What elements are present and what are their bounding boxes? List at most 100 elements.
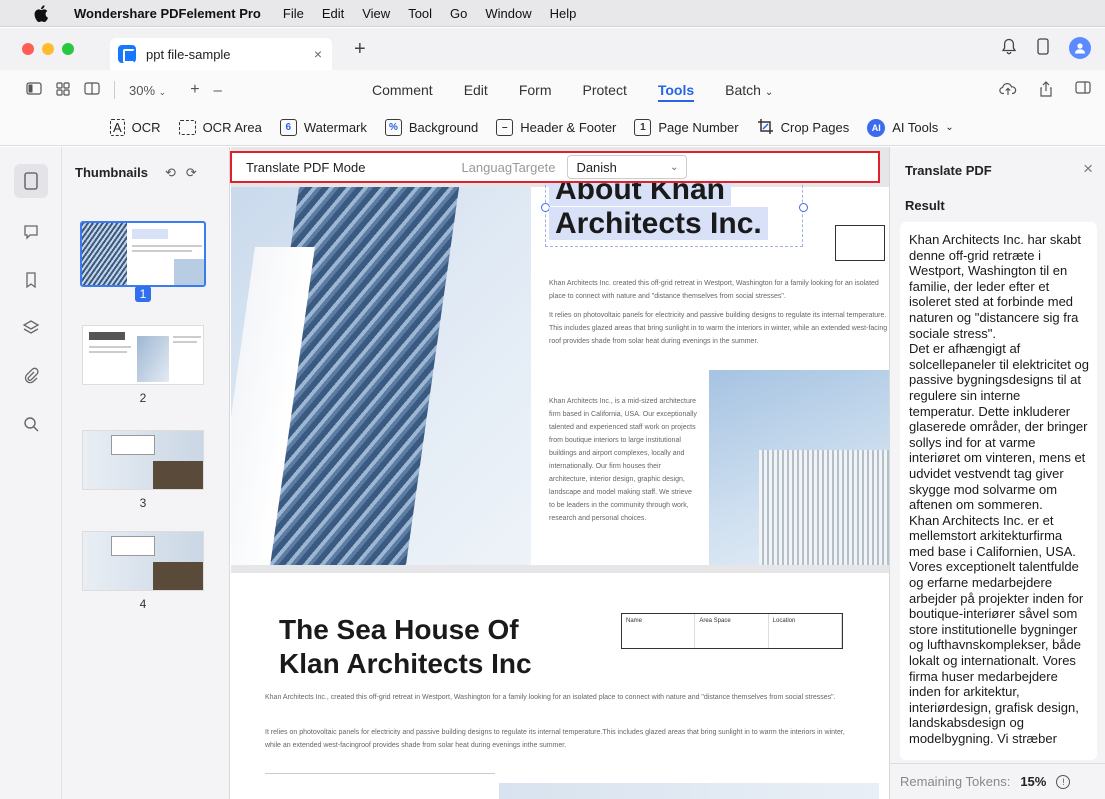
tools-subtoolbar: A OCR OCR Area 6 Watermark % Background … (0, 110, 1105, 146)
background-button[interactable]: % Background (384, 119, 478, 136)
crop-pages-label: Crop Pages (780, 120, 850, 135)
page2-paragraph-2[interactable]: It relies on photovoltaic panels for ele… (265, 726, 845, 752)
target-language-select[interactable]: Danish ⌄ (567, 155, 688, 179)
rotate-right-icon[interactable]: ⟳ (186, 165, 197, 181)
tabbar-right-icons (1001, 37, 1091, 59)
pdf-page-1: About Khan Architects Inc. Khan Architec… (231, 173, 889, 565)
tab-comment[interactable]: Comment (372, 82, 433, 102)
cloud-upload-icon[interactable] (999, 81, 1017, 100)
new-tab-button[interactable]: + (354, 38, 366, 61)
building-photo-3 (499, 783, 879, 799)
ai-tools-label: AI Tools (892, 120, 939, 135)
toolbar-divider (114, 81, 115, 99)
crop-icon (757, 118, 774, 138)
zoom-out-button[interactable]: – (214, 82, 222, 99)
page1-paragraph-2[interactable]: It relies on photovoltaic panels for ele… (549, 309, 889, 348)
ocr-button[interactable]: A OCR (110, 119, 161, 136)
page-layout-icon[interactable] (84, 82, 100, 98)
right-panel-toggle-icon[interactable] (1075, 81, 1091, 100)
result-paragraph-2: Det er afhængigt af solcellepaneler til … (909, 341, 1089, 513)
info-icon[interactable]: ! (1056, 774, 1071, 789)
translate-mode-label: Translate PDF Mode (246, 159, 366, 175)
menu-file[interactable]: File (283, 6, 304, 21)
close-window-button[interactable] (22, 43, 34, 55)
ocr-area-icon (178, 120, 196, 135)
layers-icon[interactable] (22, 319, 40, 337)
watermark-button[interactable]: 6 Watermark (279, 119, 367, 136)
share-icon[interactable] (1039, 81, 1053, 100)
result-paragraph-1: Khan Architects Inc. har skabt denne off… (909, 232, 1081, 341)
zoom-window-button[interactable] (62, 43, 74, 55)
tab-form[interactable]: Form (519, 82, 552, 102)
header-footer-button[interactable]: – Header & Footer (496, 119, 616, 136)
menu-window[interactable]: Window (485, 6, 531, 21)
menu-view[interactable]: View (362, 6, 390, 21)
thumbnail-page-1[interactable] (80, 221, 206, 287)
page1-paragraph-1[interactable]: Khan Architects Inc. created this off-gr… (549, 277, 889, 303)
tab-edit[interactable]: Edit (464, 82, 488, 102)
tokens-footer: Remaining Tokens: 15% ! (890, 763, 1105, 799)
sidebar-toggle-icon[interactable] (26, 82, 42, 98)
panel-close-icon[interactable]: × (1083, 159, 1093, 179)
document-view[interactable]: About Khan Architects Inc. Khan Architec… (231, 147, 889, 799)
ocr-icon: A (110, 119, 125, 136)
page2-heading-line-1: The Sea House Of (279, 614, 519, 645)
thumbnails-header: Thumbnails (75, 165, 148, 180)
heading-line-2: Architects Inc. (549, 207, 768, 240)
thumbnail-page-2[interactable] (82, 325, 204, 385)
menu-edit[interactable]: Edit (322, 6, 344, 21)
comment-icon[interactable] (22, 223, 40, 241)
page2-paragraph-1[interactable]: Khan Architects Inc., created this off-g… (265, 691, 845, 704)
user-avatar-icon[interactable] (1069, 37, 1091, 59)
page-number-label-4: 4 (139, 597, 147, 611)
phone-icon[interactable] (1037, 38, 1049, 58)
attachment-icon[interactable] (22, 367, 40, 385)
app-name-menu[interactable]: Wondershare PDFelement Pro (74, 6, 261, 21)
page1-paragraph-3[interactable]: Khan Architects Inc., is a mid-sized arc… (549, 395, 699, 525)
chevron-down-icon: ⌄ (945, 122, 954, 133)
rotate-left-icon[interactable]: ⟲ (165, 165, 176, 181)
page-number-button[interactable]: 1 Page Number (634, 119, 739, 136)
left-icon-rail (0, 147, 62, 799)
thumbnail-page-3[interactable] (82, 430, 204, 490)
building-photo (231, 187, 531, 565)
bell-icon[interactable] (1001, 38, 1017, 58)
zoom-in-button[interactable]: + (190, 81, 199, 99)
menu-go[interactable]: Go (450, 6, 467, 21)
selection-handle-end[interactable] (799, 203, 808, 212)
panel-title: Translate PDF (905, 163, 992, 178)
header-footer-icon: – (496, 119, 514, 136)
tab-protect[interactable]: Protect (582, 82, 626, 102)
page1-heading[interactable]: About Khan Architects Inc. (549, 173, 768, 241)
window-controls (22, 43, 74, 55)
page-number-label-1: 1 (62, 286, 224, 302)
grid-view-icon[interactable] (56, 81, 70, 99)
minimize-window-button[interactable] (42, 43, 54, 55)
crop-pages-button[interactable]: Crop Pages (757, 118, 850, 138)
page-number-label: Page Number (658, 120, 739, 135)
apple-icon[interactable] (34, 4, 50, 22)
tab-close-icon[interactable]: × (314, 46, 322, 62)
ocr-label: OCR (131, 120, 161, 135)
ai-tools-dropdown[interactable]: AI AI Tools ⌄ (867, 118, 954, 137)
watermark-label: Watermark (303, 120, 367, 135)
ai-icon: AI (867, 118, 886, 137)
thumbnail-page-4[interactable] (82, 531, 204, 591)
divider (265, 773, 495, 774)
menu-help[interactable]: Help (550, 6, 577, 21)
menu-tool[interactable]: Tool (408, 6, 432, 21)
remaining-tokens-value: 15% (1020, 774, 1047, 789)
zoom-level-dropdown[interactable]: 30% ⌄ (129, 83, 166, 98)
ocr-area-button[interactable]: OCR Area (178, 120, 262, 135)
page-number-label-2: 2 (139, 391, 147, 405)
translation-result-box[interactable]: Khan Architects Inc. har skabt denne off… (900, 222, 1097, 760)
bookmark-icon[interactable] (22, 271, 40, 289)
document-tab[interactable]: ppt file-sample × (110, 38, 332, 70)
tab-tools[interactable]: Tools (657, 82, 695, 102)
search-icon[interactable] (22, 415, 40, 433)
tab-batch[interactable]: Batch ⌄ (725, 82, 773, 102)
info-name-header: Name (622, 614, 696, 648)
page-thumbnails-button[interactable] (14, 164, 48, 198)
page2-heading[interactable]: The Sea House Of Klan Architects Inc (279, 613, 532, 681)
watermark-icon: 6 (279, 119, 297, 136)
